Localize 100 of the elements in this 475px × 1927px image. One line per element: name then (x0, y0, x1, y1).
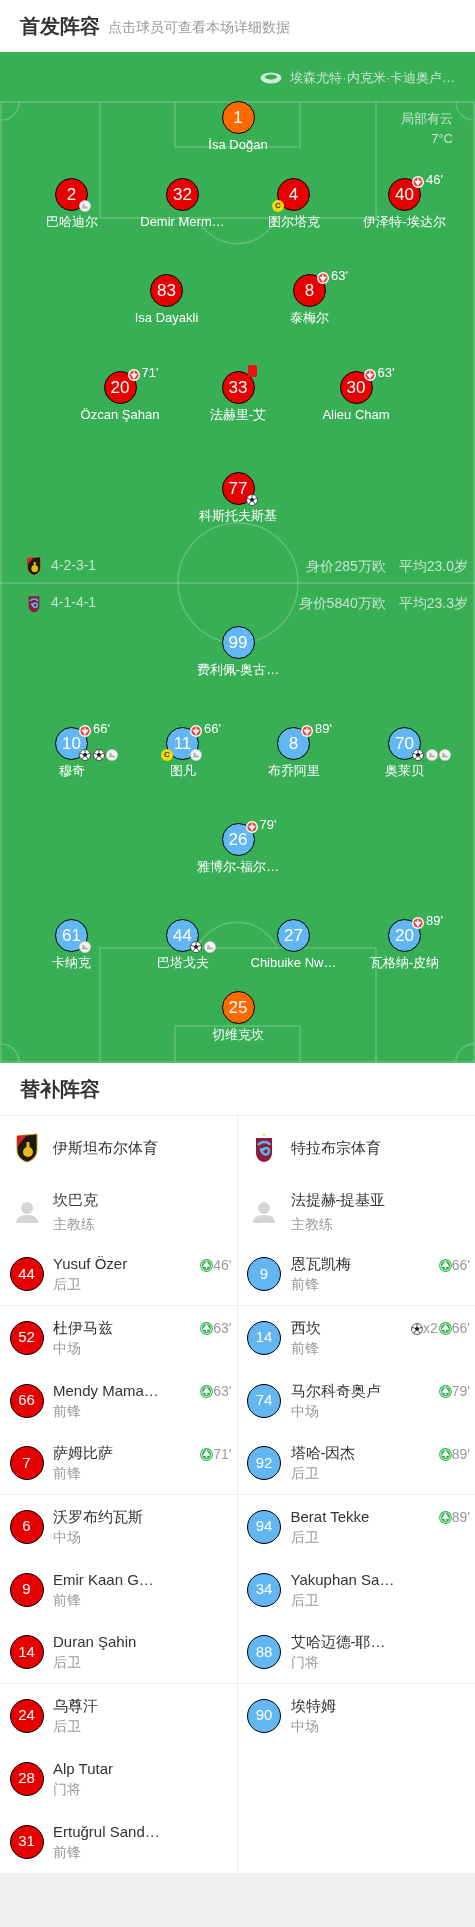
goal-count: x2 (422, 1319, 438, 1338)
player-name[interactable]: 马尔科奇奥卢 (290, 1379, 381, 1401)
team-name[interactable]: 伊斯坦布尔体育 (53, 1136, 158, 1160)
substitution-on-icon (438, 1322, 452, 1335)
player-number[interactable]: 14 (9, 1635, 44, 1669)
soccer-ball-icon (412, 749, 424, 761)
player-number[interactable]: 66 (9, 1383, 44, 1418)
substitution-on-icon (438, 1385, 452, 1398)
player-name[interactable]: 恩瓦凯梅 (290, 1253, 351, 1274)
soccer-ball-icon (245, 494, 258, 506)
player-position: 后卫 (53, 1653, 82, 1672)
team-name[interactable]: 特拉布宗体育 (290, 1136, 381, 1160)
player-name[interactable]: 西坎 (290, 1316, 321, 1338)
player-name[interactable]: 布乔阿里 (267, 763, 320, 779)
player-name[interactable]: Alp Tutar (53, 1757, 114, 1779)
player-position: 后卫 (290, 1464, 320, 1483)
player-name[interactable]: 穆奇 (58, 763, 85, 779)
soccer-ball-icon (79, 749, 91, 761)
substitution-minute: 71' (213, 1445, 232, 1464)
boot-icon (439, 749, 451, 761)
boot-icon (106, 749, 118, 761)
player-position: 中场 (53, 1338, 82, 1358)
player-name[interactable]: Emir Kaan G… (53, 1568, 154, 1590)
player-number[interactable]: 25 (221, 991, 255, 1024)
player-number[interactable]: 1 (221, 101, 255, 134)
player-name[interactable]: 塔哈-因杰 (290, 1442, 356, 1463)
player-position: 后卫 (53, 1716, 82, 1736)
player-number[interactable]: 2 (55, 178, 88, 211)
player-number[interactable]: 7 (9, 1446, 44, 1480)
player-name[interactable]: Isa Dayakli (134, 310, 199, 326)
player-number[interactable]: 83 (150, 274, 183, 307)
player-name[interactable]: 奥莱贝 (385, 763, 424, 779)
player-name[interactable]: 法赫里-艾 (209, 407, 267, 423)
player-number[interactable]: 31 (9, 1824, 44, 1859)
player-name[interactable]: 乌尊汗 (53, 1694, 98, 1716)
section-subtitle: 点击球员可查看本场详细数据 (108, 17, 290, 37)
player-number[interactable]: 32 (166, 178, 199, 211)
player-name[interactable]: İsa Doğan (208, 137, 268, 153)
player-number[interactable]: 28 (9, 1761, 44, 1796)
player-position: 前锋 (53, 1842, 82, 1862)
player-name[interactable]: Özcan Şahan (80, 407, 160, 423)
player-name[interactable]: 埃特姆 (290, 1694, 336, 1716)
player-name[interactable]: 瓦格纳-皮纳 (369, 955, 440, 971)
player-name[interactable]: 卡纳克 (52, 955, 91, 971)
soccer-ball-icon (410, 1322, 423, 1335)
player-name[interactable]: 图尔塔克 (267, 214, 320, 230)
player-number[interactable]: 9 (9, 1572, 44, 1607)
substitution-off-icon (127, 369, 140, 381)
substitution-minute: 89' (451, 1445, 470, 1464)
stadium-icon (260, 71, 283, 84)
player-name[interactable]: 泰梅尔 (290, 310, 329, 326)
market-value: 身价5840万欧 (298, 594, 386, 613)
player-name[interactable]: Alieu Cham (322, 407, 390, 423)
player-name[interactable]: 艾哈迈德-耶… (290, 1631, 386, 1652)
player-number[interactable]: 8 (293, 274, 326, 307)
player-name[interactable]: 杜伊马兹 (53, 1316, 113, 1338)
player-name[interactable]: 巴塔戈夫 (156, 955, 209, 971)
team-logo (15, 1133, 38, 1163)
player-position: 前锋 (290, 1338, 320, 1358)
boot-icon (190, 749, 202, 761)
substitution-off-icon (301, 725, 313, 737)
player-position: 前锋 (290, 1275, 320, 1294)
player-number[interactable]: 30 (339, 371, 373, 404)
player-number[interactable]: 24 (9, 1698, 44, 1733)
player-number[interactable]: 6 (9, 1509, 44, 1544)
player-number[interactable]: 52 (9, 1320, 44, 1355)
player-number[interactable]: 20 (103, 371, 137, 404)
player-name[interactable]: Yusuf Özer (53, 1253, 128, 1274)
player-name[interactable]: 科斯托夫斯基 (199, 508, 277, 524)
player-name[interactable]: Mendy Mama… (53, 1379, 159, 1401)
player-name[interactable]: Demir Merm… (140, 214, 225, 230)
player-number[interactable]: 77 (221, 472, 255, 505)
player-name[interactable]: 巴哈迪尔 (45, 214, 98, 230)
substitution-minute: 66' (204, 720, 221, 738)
player-name[interactable]: 萨姆比萨 (53, 1442, 113, 1463)
player-name[interactable]: 沃罗布约瓦斯 (53, 1505, 143, 1527)
substitution-off-icon (79, 725, 91, 737)
player-position: 后卫 (290, 1527, 320, 1547)
sending-off-card-icon (247, 365, 257, 377)
player-name[interactable]: 伊泽特-埃达尔 (363, 214, 446, 230)
coach-name[interactable]: 坎巴克 (53, 1187, 98, 1212)
player-position: 前锋 (53, 1464, 82, 1483)
player-number[interactable]: 40 (388, 178, 421, 211)
captain-badge: C (161, 749, 173, 761)
player-name[interactable]: 雅博尔-福尔… (196, 859, 280, 875)
player-position: 后卫 (290, 1590, 320, 1610)
player-name[interactable]: Duran Şahin (53, 1631, 137, 1652)
player-number[interactable]: 33 (221, 371, 255, 404)
player-name[interactable]: Berat Tekke (290, 1505, 370, 1527)
temperature-text: 7°C (431, 130, 453, 148)
player-name[interactable]: Chibuike Nw… (250, 955, 337, 971)
player-name[interactable]: 费利佩-奥古… (196, 662, 280, 678)
player-name[interactable]: Yakuphan Sa… (290, 1568, 395, 1590)
player-name[interactable]: Ertuğrul Sand… (53, 1820, 160, 1842)
coach-name[interactable]: 法提赫-提基亚 (290, 1187, 386, 1212)
boot-icon (79, 200, 91, 212)
player-name[interactable]: 切维克坎 (212, 1027, 264, 1043)
player-number[interactable]: 44 (9, 1257, 44, 1291)
player-name[interactable]: 图凡 (169, 763, 196, 779)
substitution-on-icon (438, 1259, 452, 1272)
